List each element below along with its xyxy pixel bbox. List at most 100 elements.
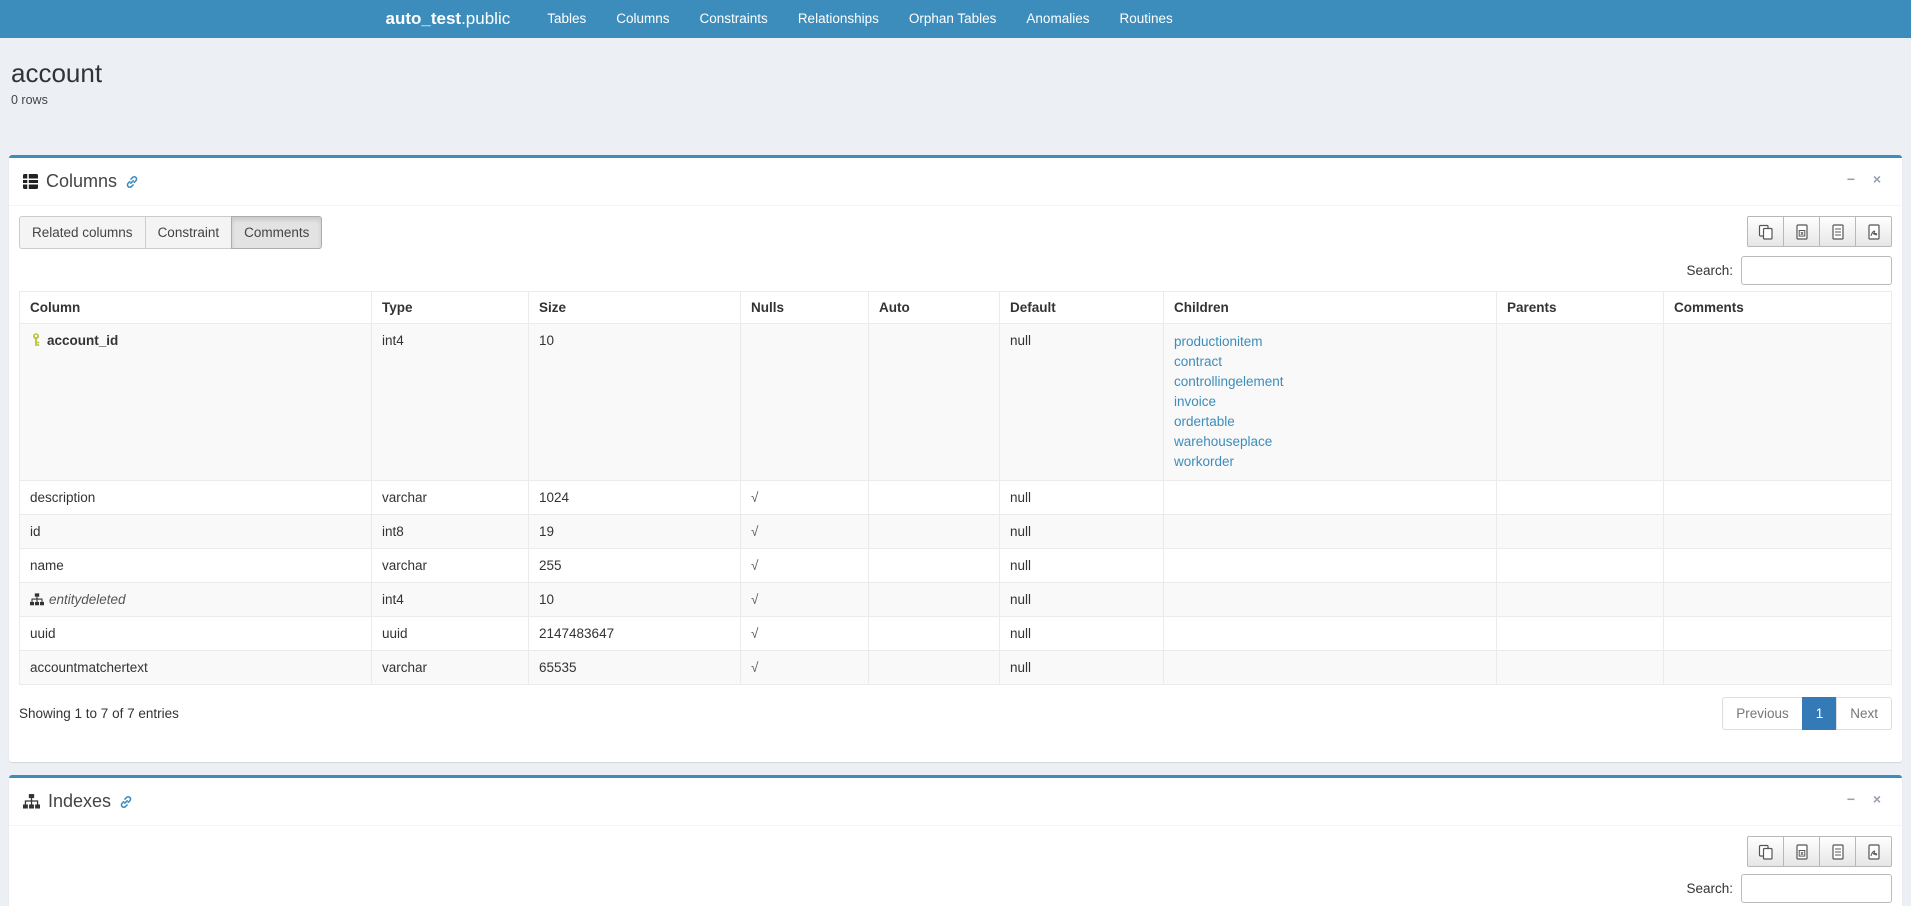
cell-nulls: √ <box>741 481 869 515</box>
child-table-link[interactable]: workorder <box>1174 452 1486 472</box>
brand-schema: auto_test <box>386 9 462 28</box>
minimize-button[interactable]: − <box>1840 788 1862 810</box>
table-info: Showing 1 to 7 of 7 entries <box>19 706 179 721</box>
export-excel-button[interactable]: x <box>1783 216 1820 247</box>
close-button[interactable]: × <box>1866 168 1888 190</box>
table-row: description varchar 1024 √ null <box>20 481 1892 515</box>
cell-size: 10 <box>529 583 741 617</box>
columns-panel: Columns − × Related columns Constraint C… <box>9 155 1902 762</box>
cell-children <box>1164 549 1497 583</box>
export-copy-button[interactable] <box>1747 836 1784 867</box>
child-table-link[interactable]: controllingelement <box>1174 372 1486 392</box>
next-page-button[interactable]: Next <box>1836 697 1892 730</box>
cell-auto <box>869 549 1000 583</box>
table-header-row: Column Type Size Nulls Auto Default Chil… <box>20 292 1892 324</box>
export-csv-button[interactable] <box>1819 836 1856 867</box>
copy-icon <box>1758 844 1774 860</box>
brand-catalog: .public <box>461 9 510 28</box>
excel-file-icon: x <box>1794 224 1810 240</box>
indexes-panel: Indexes − × x <box>9 775 1902 906</box>
cell-comments <box>1664 481 1892 515</box>
cell-type: varchar <box>372 651 529 685</box>
cell-size: 255 <box>529 549 741 583</box>
page-title: account <box>11 56 1900 90</box>
export-excel-button[interactable]: x <box>1783 836 1820 867</box>
nav-item-relationships[interactable]: Relationships <box>783 0 894 38</box>
nav-item-routines[interactable]: Routines <box>1104 0 1187 38</box>
cell-auto <box>869 481 1000 515</box>
child-table-link[interactable]: invoice <box>1174 392 1486 412</box>
cell-comments <box>1664 617 1892 651</box>
tab-comments[interactable]: Comments <box>231 216 322 249</box>
anchor-link-icon[interactable] <box>125 175 139 189</box>
cell-default: null <box>1000 583 1164 617</box>
pdf-file-icon <box>1866 224 1882 240</box>
cell-comments <box>1664 549 1892 583</box>
columns-search-input[interactable] <box>1741 256 1892 285</box>
header-parents: Parents <box>1497 292 1664 324</box>
child-table-link[interactable]: productionitem <box>1174 332 1486 352</box>
column-name: id <box>30 524 41 539</box>
column-name: account_id <box>47 333 118 348</box>
previous-page-button[interactable]: Previous <box>1722 697 1803 730</box>
nav-item-columns[interactable]: Columns <box>601 0 684 38</box>
cell-size: 19 <box>529 515 741 549</box>
minimize-button[interactable]: − <box>1840 168 1862 190</box>
header-auto: Auto <box>869 292 1000 324</box>
nav-item-anomalies[interactable]: Anomalies <box>1011 0 1104 38</box>
pagination: Previous 1 Next <box>1722 697 1892 730</box>
export-csv-button[interactable] <box>1819 216 1856 247</box>
cell-size: 2147483647 <box>529 617 741 651</box>
cell-type: uuid <box>372 617 529 651</box>
search-label: Search: <box>1686 881 1733 896</box>
cell-children <box>1164 651 1497 685</box>
columns-panel-header: Columns − × <box>9 158 1902 206</box>
sitemap-icon <box>23 794 40 809</box>
svg-text:x: x <box>1800 851 1804 857</box>
tab-constraint[interactable]: Constraint <box>145 216 233 249</box>
page-1-button[interactable]: 1 <box>1802 697 1838 730</box>
cell-comments <box>1664 515 1892 549</box>
columns-table: Column Type Size Nulls Auto Default Chil… <box>19 291 1892 685</box>
cell-type: varchar <box>372 481 529 515</box>
cell-default: null <box>1000 515 1164 549</box>
anchor-link-icon[interactable] <box>119 795 133 809</box>
export-buttons: x <box>1747 836 1892 867</box>
table-row: name varchar 255 √ null <box>20 549 1892 583</box>
cell-default: null <box>1000 324 1164 481</box>
text-file-icon <box>1830 224 1846 240</box>
copy-icon <box>1758 224 1774 240</box>
cell-children <box>1164 515 1497 549</box>
indexes-search-input[interactable] <box>1741 874 1892 903</box>
child-table-link[interactable]: ordertable <box>1174 412 1486 432</box>
table-row: accountmatchertext varchar 65535 √ null <box>20 651 1892 685</box>
tab-related-columns[interactable]: Related columns <box>19 216 146 249</box>
export-pdf-button[interactable] <box>1855 216 1892 247</box>
child-table-link[interactable]: warehouseplace <box>1174 432 1486 452</box>
cell-default: null <box>1000 617 1164 651</box>
cell-nulls: √ <box>741 515 869 549</box>
header-type: Type <box>372 292 529 324</box>
export-copy-button[interactable] <box>1747 216 1784 247</box>
cell-parents <box>1497 515 1664 549</box>
nav-item-tables[interactable]: Tables <box>532 0 601 38</box>
svg-text:x: x <box>1800 231 1804 237</box>
brand-link[interactable]: auto_test.public <box>386 9 511 29</box>
cell-parents <box>1497 549 1664 583</box>
excel-file-icon: x <box>1794 844 1810 860</box>
column-name: name <box>30 558 64 573</box>
cell-parents <box>1497 583 1664 617</box>
export-pdf-button[interactable] <box>1855 836 1892 867</box>
cell-type: int4 <box>372 324 529 481</box>
cell-default: null <box>1000 481 1164 515</box>
cell-size: 1024 <box>529 481 741 515</box>
cell-size: 65535 <box>529 651 741 685</box>
table-row: entitydeleted int4 10 √ null <box>20 583 1892 617</box>
cell-type: int4 <box>372 583 529 617</box>
nav-item-constraints[interactable]: Constraints <box>685 0 783 38</box>
page-header: account 0 rows <box>9 38 1902 155</box>
close-button[interactable]: × <box>1866 788 1888 810</box>
child-table-link[interactable]: contract <box>1174 352 1486 372</box>
cell-children <box>1164 481 1497 515</box>
nav-item-orphan-tables[interactable]: Orphan Tables <box>894 0 1012 38</box>
